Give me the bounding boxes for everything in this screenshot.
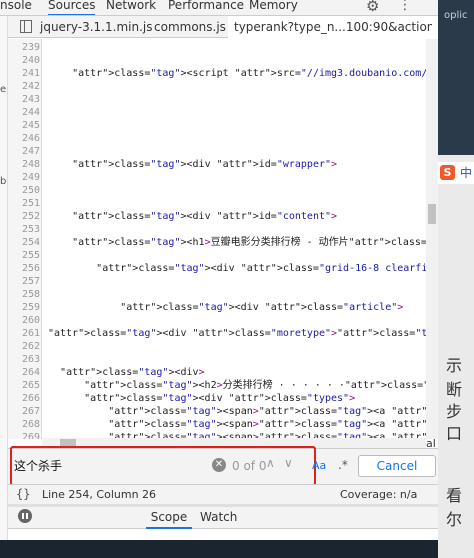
background-text: 步 (446, 402, 463, 421)
line-number[interactable]: 257 (8, 275, 40, 288)
background-text: 示 (446, 356, 463, 375)
cursor-position: Line 254, Column 26 (42, 488, 157, 501)
match-case-toggle[interactable]: Aa (312, 459, 326, 472)
line-number[interactable]: 262 (8, 340, 40, 353)
background-text: 尔 (446, 510, 463, 529)
line-number[interactable]: 253 (8, 223, 40, 236)
tab-memory[interactable]: Memory (249, 0, 298, 15)
code-line: "attr">class="tag"><div "attr">id="conte… (72, 211, 338, 222)
line-number[interactable]: 255 (8, 249, 40, 262)
code-line: "attr">class="tag"><div "attr">class="mo… (48, 328, 426, 339)
line-number[interactable]: 269 (8, 431, 40, 439)
line-number[interactable]: 254 (8, 236, 40, 249)
background-window-label: oplic (444, 10, 468, 21)
line-number[interactable]: 266 (8, 392, 40, 405)
line-number[interactable]: 267 (8, 405, 40, 418)
next-match-icon[interactable]: ∨ (284, 456, 293, 470)
ime-language-indicator[interactable]: 中 (460, 164, 472, 181)
navigator-toggle-icon[interactable] (20, 20, 32, 33)
tab-performance[interactable]: Performance (168, 0, 244, 15)
tab-console[interactable]: nsole (0, 0, 32, 15)
code-line: "attr">class="tag"><div "attr">id="wrapp… (72, 159, 338, 170)
previous-match-icon[interactable]: ∧ (266, 456, 275, 470)
vertical-scrollbar-thumb[interactable] (428, 204, 436, 224)
line-number[interactable]: 256 (8, 262, 40, 275)
background-text: 看 (446, 486, 463, 505)
pause-icon[interactable] (18, 509, 32, 523)
vertical-scrollbar[interactable] (426, 39, 438, 439)
line-number[interactable]: 242 (8, 80, 40, 93)
background-text: 口 (446, 424, 463, 443)
background-text: 断 (446, 380, 463, 399)
match-count: 0 of 0 (232, 459, 267, 473)
code-line: "attr">class="tag"><div "attr">class="gr… (96, 263, 426, 274)
file-tab-jquery[interactable]: jquery-3.1.1.min.js (40, 16, 152, 38)
code-line: "attr">class="tag"><h1>豆瓣电影分类排行榜 - 动作片"a… (72, 237, 426, 248)
pretty-print-icon[interactable]: {} (16, 487, 30, 501)
file-tab-typerank[interactable]: typerank?type_n...100:90&action= (234, 16, 432, 38)
line-number[interactable]: 245 (8, 119, 40, 132)
line-number[interactable]: 247 (8, 145, 40, 158)
line-number[interactable]: 251 (8, 197, 40, 210)
line-number[interactable]: 243 (8, 93, 40, 106)
code-line: "attr">class="tag"><div "attr">class="ty… (84, 393, 356, 404)
code-line: "attr">class="tag"><div> (60, 367, 205, 378)
tab-scope[interactable]: Scope (146, 507, 192, 529)
more-options-icon[interactable]: ⋮ (398, 0, 412, 13)
code-line: "attr">class="tag"><h2>分类排行榜 · · · · · ·… (84, 380, 426, 391)
code-line: "attr">class="tag"><div "attr">class="ar… (120, 302, 404, 313)
line-number[interactable]: 252 (8, 210, 40, 223)
line-number[interactable]: 250 (8, 184, 40, 197)
line-number[interactable]: 259 (8, 301, 40, 314)
sidebar-text: e (0, 84, 7, 95)
line-number[interactable]: 268 (8, 418, 40, 431)
clear-search-icon[interactable]: ✕ (212, 458, 226, 472)
file-tab-bar: jquery-3.1.1.min.js commons.js typerank?… (8, 16, 438, 38)
code-line: "attr">class="tag"><script "attr">src="/… (72, 68, 426, 79)
code-line: "attr">class="tag"><span>"attr">class="t… (108, 419, 426, 430)
line-number[interactable]: 244 (8, 106, 40, 119)
line-number[interactable]: 263 (8, 353, 40, 366)
line-number[interactable]: 248 (8, 158, 40, 171)
tab-network[interactable]: Network (106, 0, 156, 15)
line-number[interactable]: 265 (8, 379, 40, 392)
line-number[interactable]: 239 (8, 41, 40, 54)
devtools-tab-bar: nsole Sources Network Performance Memory… (0, 0, 474, 16)
coverage-status: Coverage: n/a (340, 488, 418, 501)
search-input[interactable] (14, 456, 210, 474)
line-number[interactable]: 258 (8, 288, 40, 301)
code-line: "attr">class="tag"><span>"attr">class="t… (108, 406, 426, 417)
line-number[interactable]: 264 (8, 366, 40, 379)
gear-icon[interactable]: ⚙ (366, 0, 379, 15)
tab-sources[interactable]: Sources (48, 0, 96, 15)
line-number[interactable]: 241 (8, 67, 40, 80)
file-tab-commons[interactable]: commons.js (154, 16, 226, 38)
taskbar-edge (0, 540, 438, 558)
line-number[interactable]: 246 (8, 132, 40, 145)
cancel-button[interactable]: Cancel (358, 455, 436, 477)
background-window-strip (438, 0, 474, 155)
line-number[interactable]: 260 (8, 314, 40, 327)
line-number[interactable]: 261 (8, 327, 40, 340)
line-number-gutter: 239 240 241 242 243 244 245 246 247 248 249 250 251 2… (8, 39, 42, 439)
sidebar-text: b (0, 176, 7, 187)
line-number[interactable]: 249 (8, 171, 40, 184)
code-editor[interactable]: 239 240 241 242 243 244 245 246 247 248 249 250 251 2… (8, 39, 426, 439)
ime-logo-icon[interactable]: S (440, 165, 455, 180)
tab-watch[interactable]: Watch (200, 507, 237, 529)
regex-toggle[interactable]: .* (338, 458, 348, 472)
line-number[interactable]: 240 (8, 54, 40, 67)
